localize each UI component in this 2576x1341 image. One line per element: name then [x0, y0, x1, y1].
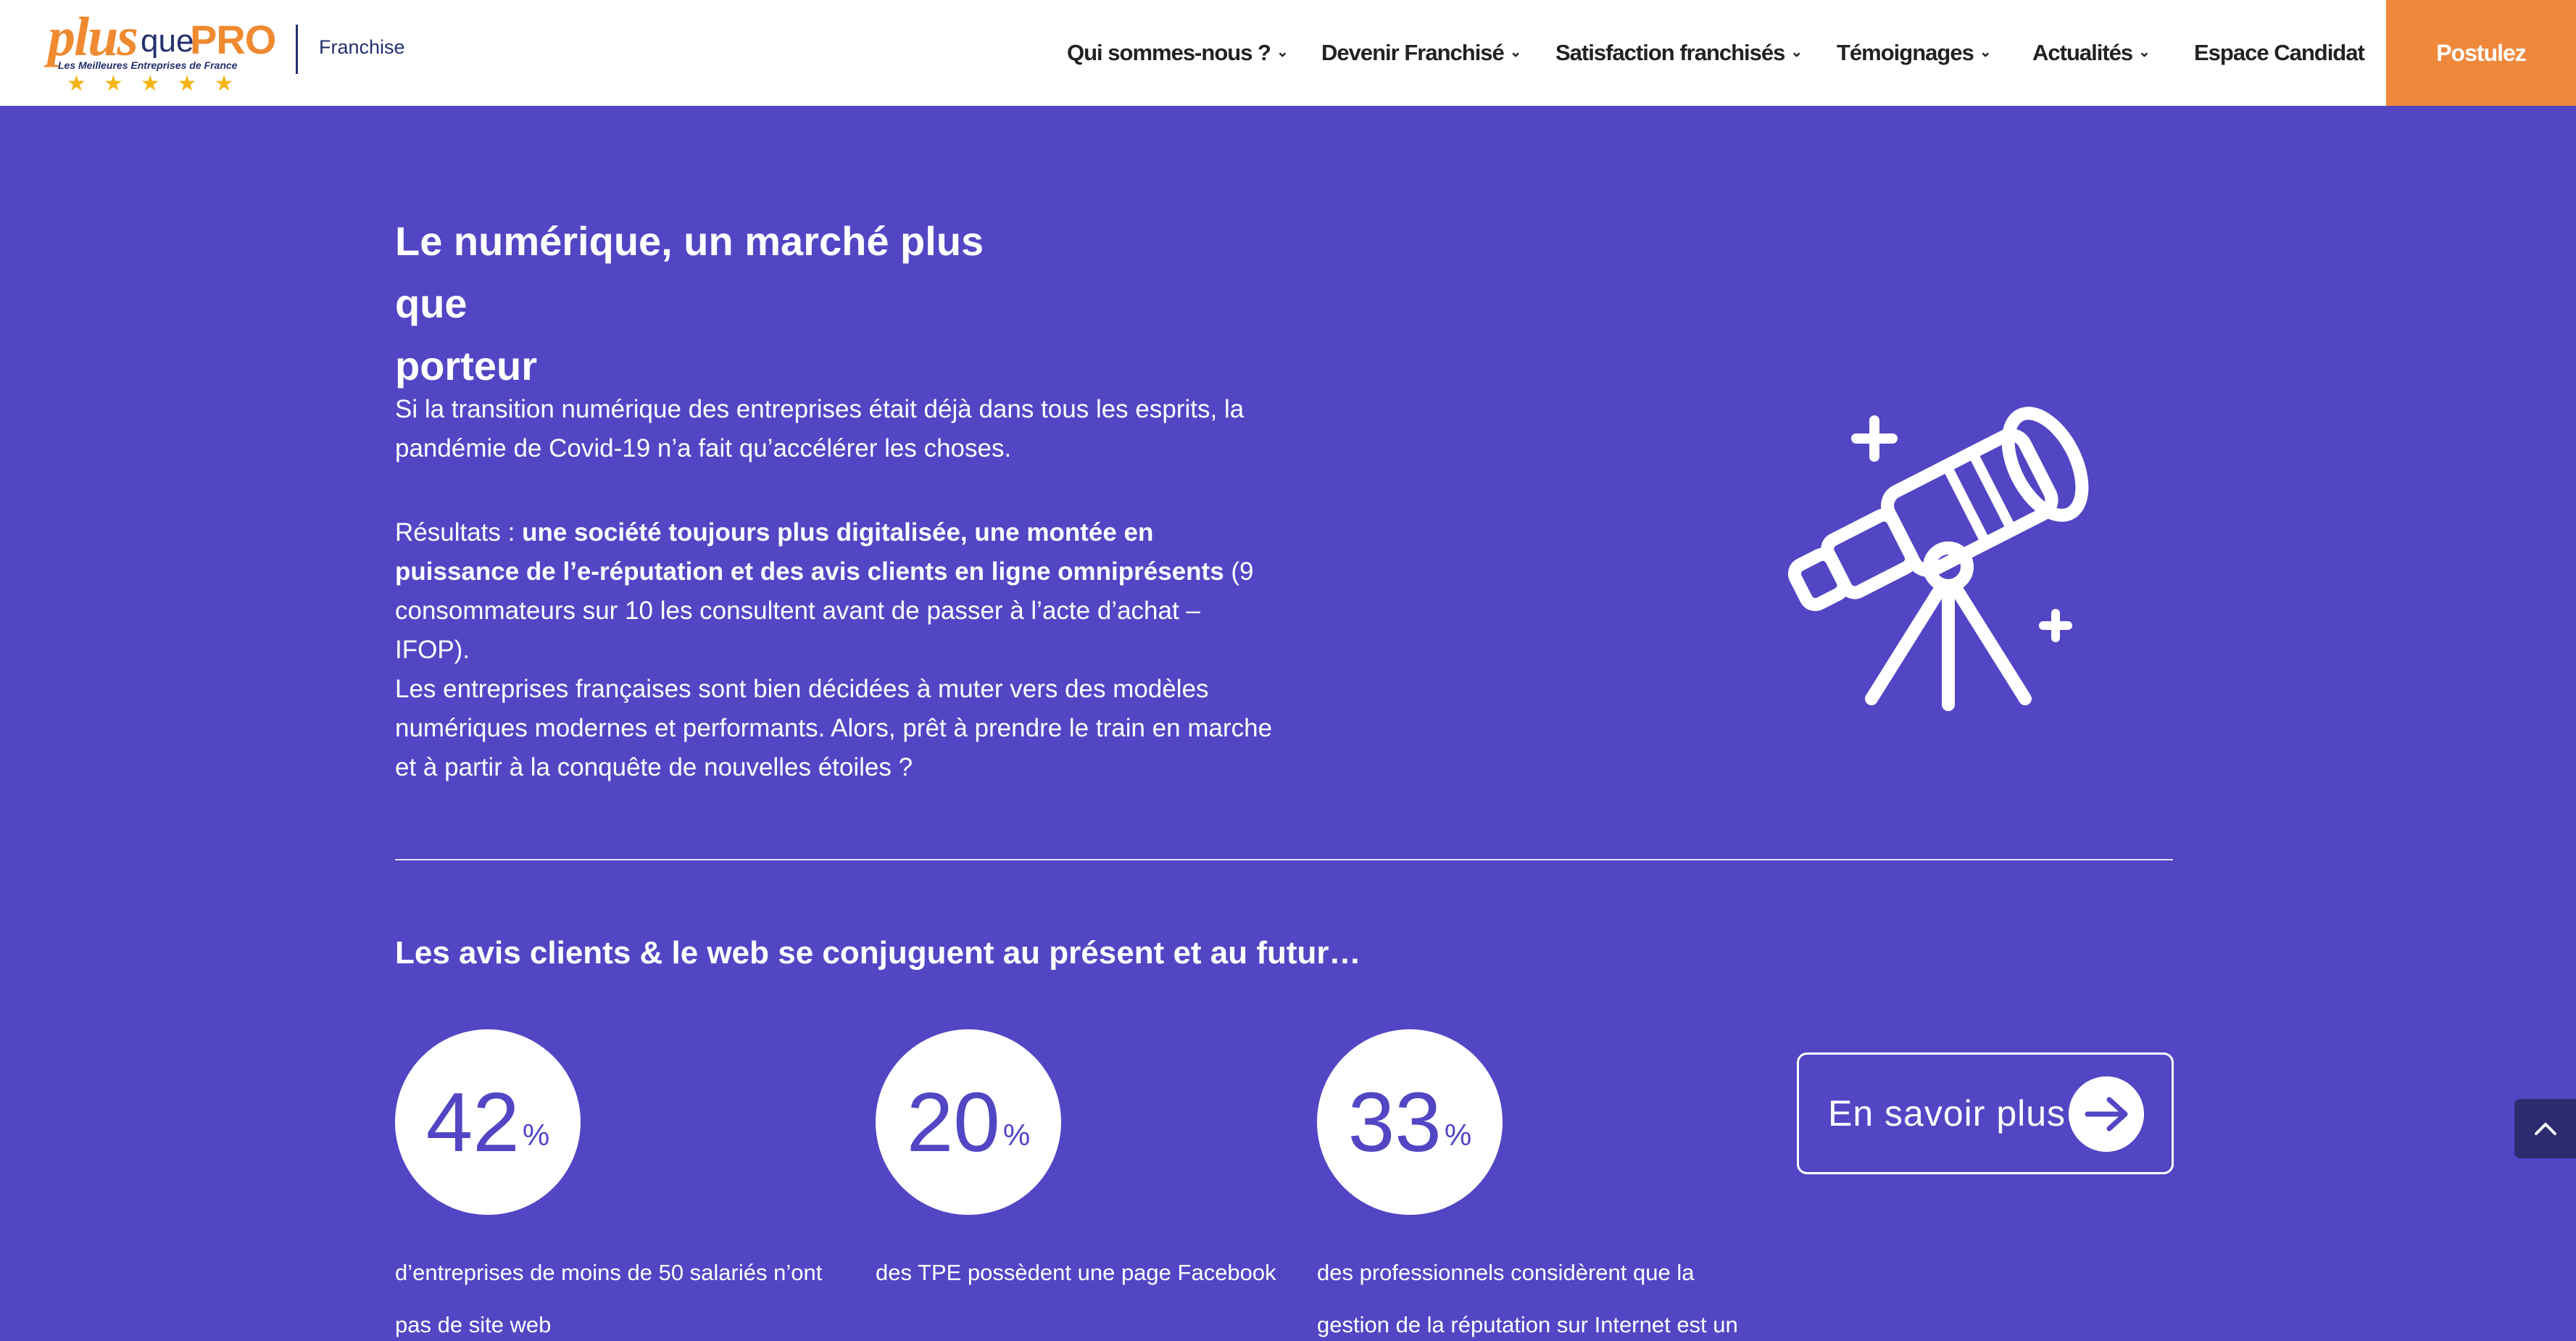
section-divider	[395, 859, 2173, 860]
nav-item-qui-sommes-nous[interactable]: Qui sommes-nous ? ⌄	[1067, 0, 1289, 106]
logo-que-text: que	[141, 23, 194, 59]
section-label: Franchise	[319, 36, 405, 58]
stat-description-line: des professionnels considèrent que la	[1317, 1260, 1695, 1285]
nav-item-label: Devenir Franchisé	[1321, 40, 1505, 65]
stats-title: Les avis clients & le web se conjuguent …	[395, 935, 1361, 971]
nav-item-devenir-franchise[interactable]: Devenir Franchisé ⌄	[1321, 0, 1522, 106]
logo-divider	[296, 25, 298, 74]
arrow-right-icon	[2069, 1076, 2144, 1152]
nav-item-label: Témoignages	[1837, 40, 1974, 65]
stat-description-line: d’entreprises de moins de 50 salariés n’…	[395, 1260, 823, 1285]
chevron-down-icon: ⌄	[1790, 43, 1803, 60]
nav-item-label: Actualités	[2032, 40, 2133, 65]
stat-circle-42: 42%	[395, 1029, 581, 1215]
stat-unit: %	[1444, 1118, 1472, 1152]
stat-value: 20	[906, 1075, 1000, 1169]
nav-item-espace-candidat[interactable]: Espace Candidat	[2194, 0, 2365, 106]
stat-description-line: pas de site web	[395, 1312, 552, 1337]
telescope-icon	[1787, 407, 2089, 711]
chevron-down-icon: ⌄	[1509, 43, 1522, 60]
intro-paragraph-1: Si la transition numérique des entrepris…	[395, 395, 1245, 462]
logo-tagline: Les Meilleures Entreprises de France	[58, 59, 238, 71]
stat-value: 42	[425, 1075, 520, 1169]
plusquepro-logo[interactable]: plus que PRO Les Meilleures Entreprises …	[45, 6, 276, 100]
logo-stars-icon: ★★★★★	[67, 72, 252, 96]
stat-value: 33	[1347, 1075, 1442, 1169]
nav-item-temoignages[interactable]: Témoignages ⌄	[1837, 0, 1992, 106]
stat-description-2: des TPE possèdent une page Facebook	[876, 1247, 1325, 1299]
nav-item-label: Qui sommes-nous ?	[1067, 40, 1271, 65]
en-savoir-plus-button[interactable]: En savoir plus	[1797, 1053, 2174, 1174]
chevron-down-icon: ⌄	[1979, 43, 1992, 60]
stat-description-1: d’entreprises de moins de 50 salariés n’…	[395, 1247, 844, 1341]
site-header: plus que PRO Les Meilleures Entreprises …	[0, 0, 2576, 106]
stat-description-3: des professionnels considèrent que la ge…	[1317, 1247, 1766, 1341]
stat-description-line: gestion de la réputation sur Internet es…	[1317, 1312, 1738, 1337]
scroll-to-top-button[interactable]	[2514, 1099, 2576, 1158]
chevron-up-icon	[2535, 1123, 2556, 1135]
stat-circle-20: 20%	[876, 1029, 1061, 1215]
section-title: Le numérique, un marché plus que porteur	[395, 210, 1062, 397]
stat-unit: %	[522, 1118, 550, 1152]
postulez-button[interactable]: Postulez	[2386, 0, 2576, 106]
chevron-down-icon: ⌄	[1276, 43, 1289, 60]
section-title-line2: porteur	[395, 343, 537, 389]
nav-item-label: Espace Candidat	[2194, 40, 2365, 65]
en-savoir-plus-label: En savoir plus	[1828, 1093, 2066, 1134]
logo-pro-text: PRO	[190, 17, 276, 62]
stat-circle-33: 33%	[1317, 1029, 1503, 1215]
intro-paragraph-2: Résultats : une société toujours plus di…	[395, 513, 1279, 670]
intro-paragraph-3: Les entreprises françaises sont bien déc…	[395, 675, 1273, 781]
nav-item-label: Satisfaction franchisés	[1555, 40, 1785, 65]
intro-paragraph-2-prefix: Résultats :	[395, 518, 523, 547]
stat-description-line: des TPE possèdent une page Facebook	[876, 1260, 1276, 1285]
stat-unit: %	[1002, 1118, 1031, 1152]
nav-item-actualites[interactable]: Actualités ⌄	[2032, 0, 2151, 106]
nav-item-satisfaction-franchises[interactable]: Satisfaction franchisés ⌄	[1555, 0, 1803, 106]
chevron-down-icon: ⌄	[2138, 43, 2151, 60]
section-title-line1: Le numérique, un marché plus que	[395, 218, 984, 326]
